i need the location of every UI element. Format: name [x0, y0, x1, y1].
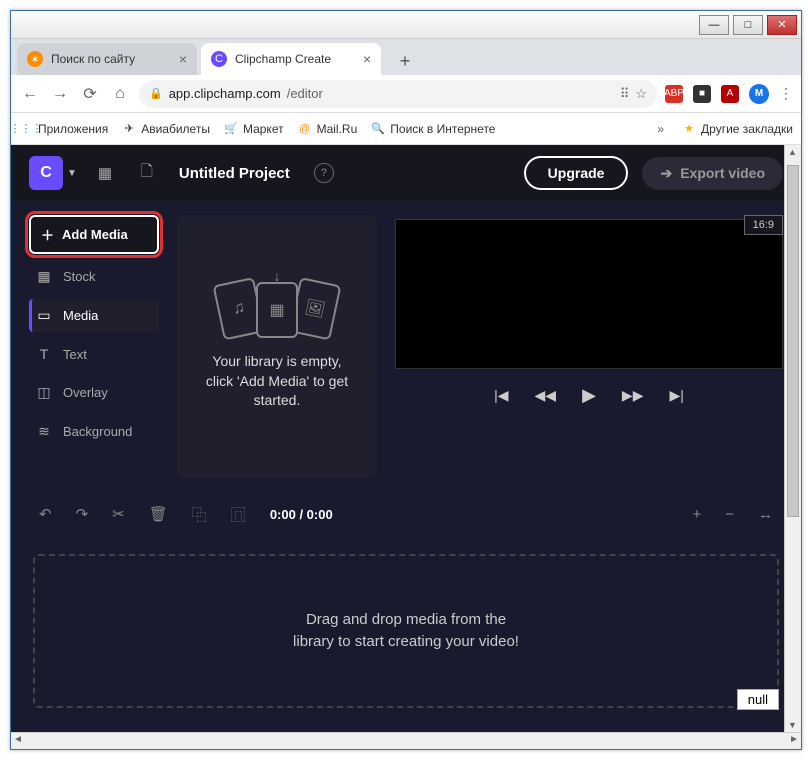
- window-maximize-button[interactable]: □: [733, 15, 763, 35]
- address-bar-row: ← → ⟳ ⌂ 🔒 app.clipchamp.com/editor ⠿ ☆ A…: [11, 75, 801, 113]
- url-domain: app.clipchamp.com: [169, 86, 281, 101]
- play-button[interactable]: ▶: [582, 385, 596, 406]
- upgrade-button[interactable]: Upgrade: [524, 156, 629, 190]
- skip-start-button[interactable]: |◀: [494, 387, 508, 404]
- bookmark-other[interactable]: ★Другие закладки: [682, 122, 793, 136]
- video-preview[interactable]: [395, 219, 783, 369]
- sidebar-item-media[interactable]: ▭Media: [29, 299, 159, 332]
- app-logo-menu[interactable]: C ▼: [29, 156, 77, 190]
- tab-title: Clipchamp Create: [235, 52, 331, 66]
- aspect-ratio-selector[interactable]: 16:9: [744, 215, 783, 235]
- help-icon[interactable]: ?: [314, 163, 334, 183]
- tab-strip: ✶ Поиск по сайту × C Clipchamp Create × …: [11, 39, 801, 75]
- window-titlebar: — □ ✕: [11, 11, 801, 39]
- fast-forward-button[interactable]: ▶▶: [622, 387, 644, 404]
- lock-icon: 🔒: [149, 87, 163, 100]
- app-top-bar: C ▼ ▦ 🗋 Untitled Project ? Upgrade ➔ Exp…: [11, 145, 801, 201]
- bookmark-apps[interactable]: ⋮⋮⋮Приложения: [19, 122, 108, 136]
- vertical-scrollbar[interactable]: [784, 145, 801, 732]
- zoom-in-button[interactable]: +: [692, 506, 701, 523]
- horizontal-scrollbar[interactable]: [11, 732, 801, 749]
- export-video-button[interactable]: ➔ Export video: [642, 157, 783, 190]
- favicon-icon: ✶: [27, 51, 43, 67]
- bookmark-star-icon[interactable]: ☆: [635, 86, 647, 102]
- videos-icon[interactable]: ▦: [91, 159, 119, 187]
- project-title[interactable]: Untitled Project: [179, 165, 290, 182]
- delete-button[interactable]: 🗑: [149, 505, 168, 523]
- sidebar: ＋ Add Media ▦Stock ▭Media TText ◫Overlay…: [29, 215, 159, 478]
- address-bar[interactable]: 🔒 app.clipchamp.com/editor ⠿ ☆: [139, 80, 657, 108]
- redo-button[interactable]: ↷: [76, 505, 89, 523]
- favicon-icon: C: [211, 51, 227, 67]
- sidebar-item-overlay[interactable]: ◫Overlay: [29, 376, 159, 409]
- background-icon: ≋: [35, 423, 53, 440]
- playback-controls: |◀ ◀◀ ▶ ▶▶ ▶|: [395, 379, 783, 406]
- profile-avatar-icon[interactable]: M: [749, 84, 769, 104]
- tab-title: Поиск по сайту: [51, 52, 135, 66]
- back-button[interactable]: ←: [19, 85, 41, 103]
- timeline-area: Drag and drop media from the library to …: [11, 542, 801, 712]
- media-icon: ▭: [35, 307, 53, 324]
- timeline-dropzone[interactable]: Drag and drop media from the library to …: [33, 554, 779, 708]
- text-icon: T: [35, 346, 53, 362]
- null-tooltip: null: [737, 689, 779, 710]
- tab-clipchamp[interactable]: C Clipchamp Create ×: [201, 43, 381, 75]
- new-tab-button[interactable]: +: [391, 47, 419, 75]
- tab-search-site[interactable]: ✶ Поиск по сайту ×: [17, 43, 197, 75]
- timecode: 0:00 / 0:00: [270, 507, 333, 522]
- chevron-down-icon: ▼: [67, 168, 77, 179]
- file-icon[interactable]: 🗋: [133, 159, 161, 187]
- close-tab-icon[interactable]: ×: [179, 51, 187, 67]
- zoom-out-button[interactable]: −: [725, 506, 734, 523]
- video-card-icon: ↓▦: [256, 282, 298, 338]
- editor-main: ＋ Add Media ▦Stock ▭Media TText ◫Overlay…: [11, 201, 801, 486]
- undo-button[interactable]: ↶: [39, 505, 52, 523]
- timeline-toolbar: ↶ ↷ ✂ 🗑 ⿻ ⿵ 0:00 / 0:00 + − ↔: [11, 486, 801, 542]
- bookmark-flights[interactable]: ✈Авиабилеты: [122, 122, 210, 136]
- extension-icons: ABP ■ A M ⋮: [665, 84, 793, 104]
- close-tab-icon[interactable]: ×: [363, 51, 371, 67]
- download-arrow-icon: ↓: [274, 268, 281, 284]
- app-logo-icon: C: [29, 156, 63, 190]
- forward-button[interactable]: →: [49, 85, 71, 103]
- adobe-extension-icon[interactable]: A: [721, 85, 739, 103]
- scrollbar-thumb[interactable]: [787, 165, 799, 517]
- copy-button[interactable]: ⿻: [192, 504, 207, 525]
- extension-icon[interactable]: ■: [693, 85, 711, 103]
- bookmark-mailru[interactable]: @Mail.Ru: [298, 122, 358, 136]
- plus-icon: ＋: [41, 225, 54, 244]
- bookmarks-bar: ⋮⋮⋮Приложения ✈Авиабилеты 🛒Маркет @Mail.…: [11, 113, 801, 145]
- bookmark-search[interactable]: 🔍Поиск в Интернете: [371, 122, 495, 136]
- home-button[interactable]: ⌂: [109, 85, 131, 103]
- bookmarks-overflow-icon[interactable]: »: [653, 122, 668, 136]
- split-button[interactable]: ✂: [112, 505, 125, 523]
- add-media-label: Add Media: [62, 227, 128, 242]
- duplicate-button[interactable]: ⿵: [231, 504, 246, 525]
- export-arrow-icon: ➔: [660, 165, 672, 182]
- browser-menu-icon[interactable]: ⋮: [779, 85, 793, 102]
- bookmark-market[interactable]: 🛒Маркет: [224, 122, 284, 136]
- window-minimize-button[interactable]: —: [699, 15, 729, 35]
- add-media-button[interactable]: ＋ Add Media: [29, 215, 159, 254]
- stock-icon: ▦: [35, 268, 53, 285]
- preview-column: 16:9 |◀ ◀◀ ▶ ▶▶ ▶|: [395, 215, 783, 478]
- library-panel: ♫ ↓▦ 🖼 Your library is empty, click 'Add…: [177, 215, 377, 478]
- zoom-fit-button[interactable]: ↔: [758, 506, 773, 523]
- skip-end-button[interactable]: ▶|: [669, 387, 683, 404]
- sidebar-item-background[interactable]: ≋Background: [29, 415, 159, 448]
- clipchamp-app: C ▼ ▦ 🗋 Untitled Project ? Upgrade ➔ Exp…: [11, 145, 801, 732]
- overlay-icon: ◫: [35, 384, 53, 401]
- rewind-button[interactable]: ◀◀: [535, 387, 557, 404]
- abp-extension-icon[interactable]: ABP: [665, 85, 683, 103]
- url-path: /editor: [287, 86, 323, 101]
- reload-button[interactable]: ⟳: [79, 84, 101, 104]
- window-close-button[interactable]: ✕: [767, 15, 797, 35]
- library-empty-text: Your library is empty, click 'Add Media'…: [206, 352, 348, 411]
- empty-library-illustration: ♫ ↓▦ 🖼: [212, 282, 342, 338]
- sidebar-item-stock[interactable]: ▦Stock: [29, 260, 159, 293]
- browser-window: — □ ✕ ✶ Поиск по сайту × C Clipchamp Cre…: [10, 10, 802, 750]
- sidebar-item-text[interactable]: TText: [29, 338, 159, 370]
- translate-icon[interactable]: ⠿: [620, 86, 630, 102]
